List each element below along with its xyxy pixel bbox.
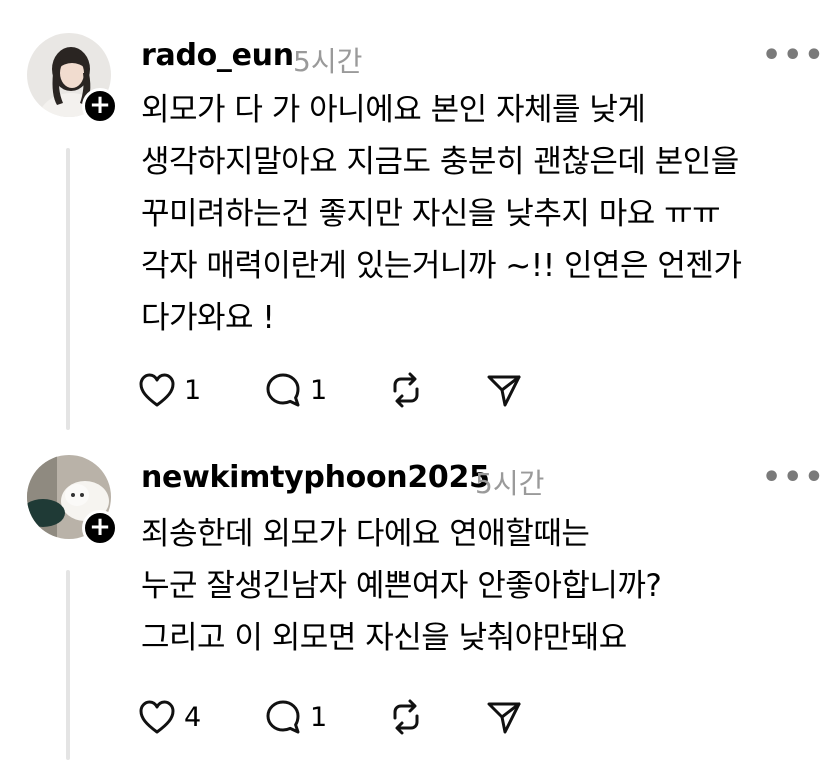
reply-count: 1 (310, 374, 328, 406)
repost-button[interactable] (386, 697, 426, 737)
reply-count: 1 (310, 701, 328, 733)
comment-bubble-icon (266, 373, 300, 407)
username[interactable]: rado_eun (141, 38, 294, 73)
like-button[interactable]: 4 (138, 697, 201, 737)
send-icon (487, 702, 521, 734)
heart-icon (139, 700, 175, 734)
repost-icon (393, 699, 419, 735)
like-count: 4 (184, 701, 202, 733)
comment-bubble-icon (266, 700, 300, 734)
comment-line: 생각하지말아요 지금도 충분히 괜찮은데 본인을 (141, 144, 739, 180)
comment-line: 외모가 다 가 아니에요 본인 자체를 낮게 (141, 92, 646, 128)
timestamp: 5시간 (475, 467, 545, 500)
comment-text: 외모가 다 가 아니에요 본인 자체를 낮게 생각하지말아요 지금도 충분히 괜… (141, 84, 742, 344)
follow-button[interactable]: + (82, 88, 118, 124)
comment-line: 각자 매력이란게 있는거니까 ~!! 인연은 언젠가 (141, 248, 742, 284)
thread-line (66, 148, 70, 430)
username[interactable]: newkimtyphoon2025 (141, 460, 490, 495)
like-button[interactable]: 1 (138, 370, 201, 410)
comment-line: 죄송한데 외모가 다에요 연애할때는 (141, 516, 590, 552)
repost-button[interactable] (386, 370, 426, 410)
comment-text: 죄송한데 외모가 다에요 연애할때는 누군 잘생긴남자 예쁜여자 안좋아합니까?… (141, 508, 662, 664)
comment-line: 그리고 이 외모면 자신을 낮춰야만돼요 (141, 620, 627, 656)
reply-button[interactable]: 1 (264, 697, 327, 737)
share-button[interactable] (485, 697, 523, 737)
heart-icon (139, 373, 175, 407)
comment-line: 꾸미려하는건 좋지만 자신을 낮추지 마요 ㅠㅠ (141, 196, 721, 232)
follow-button[interactable]: + (82, 510, 118, 546)
send-icon (487, 375, 521, 407)
comment-line: 다가와요 ! (141, 300, 275, 336)
like-count: 1 (184, 374, 202, 406)
more-options-icon[interactable]: ••• (762, 41, 826, 71)
more-options-icon[interactable]: ••• (762, 463, 826, 493)
timestamp: 5시간 (293, 45, 363, 78)
share-button[interactable] (485, 370, 523, 410)
reply-button[interactable]: 1 (264, 370, 327, 410)
thread-line (66, 570, 70, 760)
repost-icon (393, 372, 419, 408)
comment-line: 누군 잘생긴남자 예쁜여자 안좋아합니까? (141, 568, 662, 604)
